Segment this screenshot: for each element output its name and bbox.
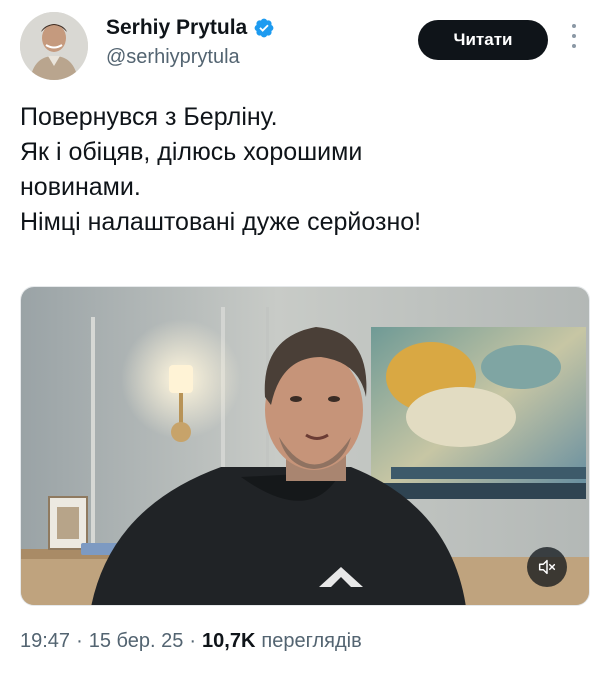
video-player[interactable] xyxy=(20,286,590,606)
tweet-text-line: Як і обіцяв, ділюсь хорошими xyxy=(20,138,363,166)
views-count: 10,7K xyxy=(202,630,256,652)
tweet-text-line: новинами. xyxy=(20,173,141,201)
tweet-date[interactable]: 15 бер. 25 xyxy=(89,630,184,653)
author-info: Serhiy Prytula @serhiyprytula xyxy=(106,16,275,69)
views-label: переглядів xyxy=(261,630,362,652)
author-display-name[interactable]: Serhiy Prytula xyxy=(106,16,247,40)
mute-toggle-button[interactable] xyxy=(527,547,567,587)
follow-button[interactable]: Читати xyxy=(418,20,548,60)
author-handle[interactable]: @serhiyprytula xyxy=(106,46,275,69)
video-frame xyxy=(21,287,589,605)
tweet-text-line: Повернувся з Берліну. xyxy=(20,103,278,131)
avatar-image xyxy=(20,12,88,80)
name-line: Serhiy Prytula xyxy=(106,16,275,40)
avatar[interactable] xyxy=(20,12,88,80)
tweet-time[interactable]: 19:47 xyxy=(20,630,70,653)
tweet-header: Serhiy Prytula @serhiyprytula Читати xyxy=(0,0,610,90)
tweet-meta: 19:47 · 15 бер. 25 · 10,7K переглядів xyxy=(20,630,362,653)
tweet-text: Повернувся з Берліну. Як і обіцяв, ділюс… xyxy=(20,100,590,240)
meta-separator: · xyxy=(189,630,197,652)
meta-separator: · xyxy=(76,630,83,652)
more-options-icon[interactable] xyxy=(568,24,580,56)
speaker-muted-icon xyxy=(538,559,556,575)
tweet-text-line: Німці налаштовані дуже серйозно! xyxy=(20,208,422,236)
verified-badge-icon xyxy=(253,17,275,39)
